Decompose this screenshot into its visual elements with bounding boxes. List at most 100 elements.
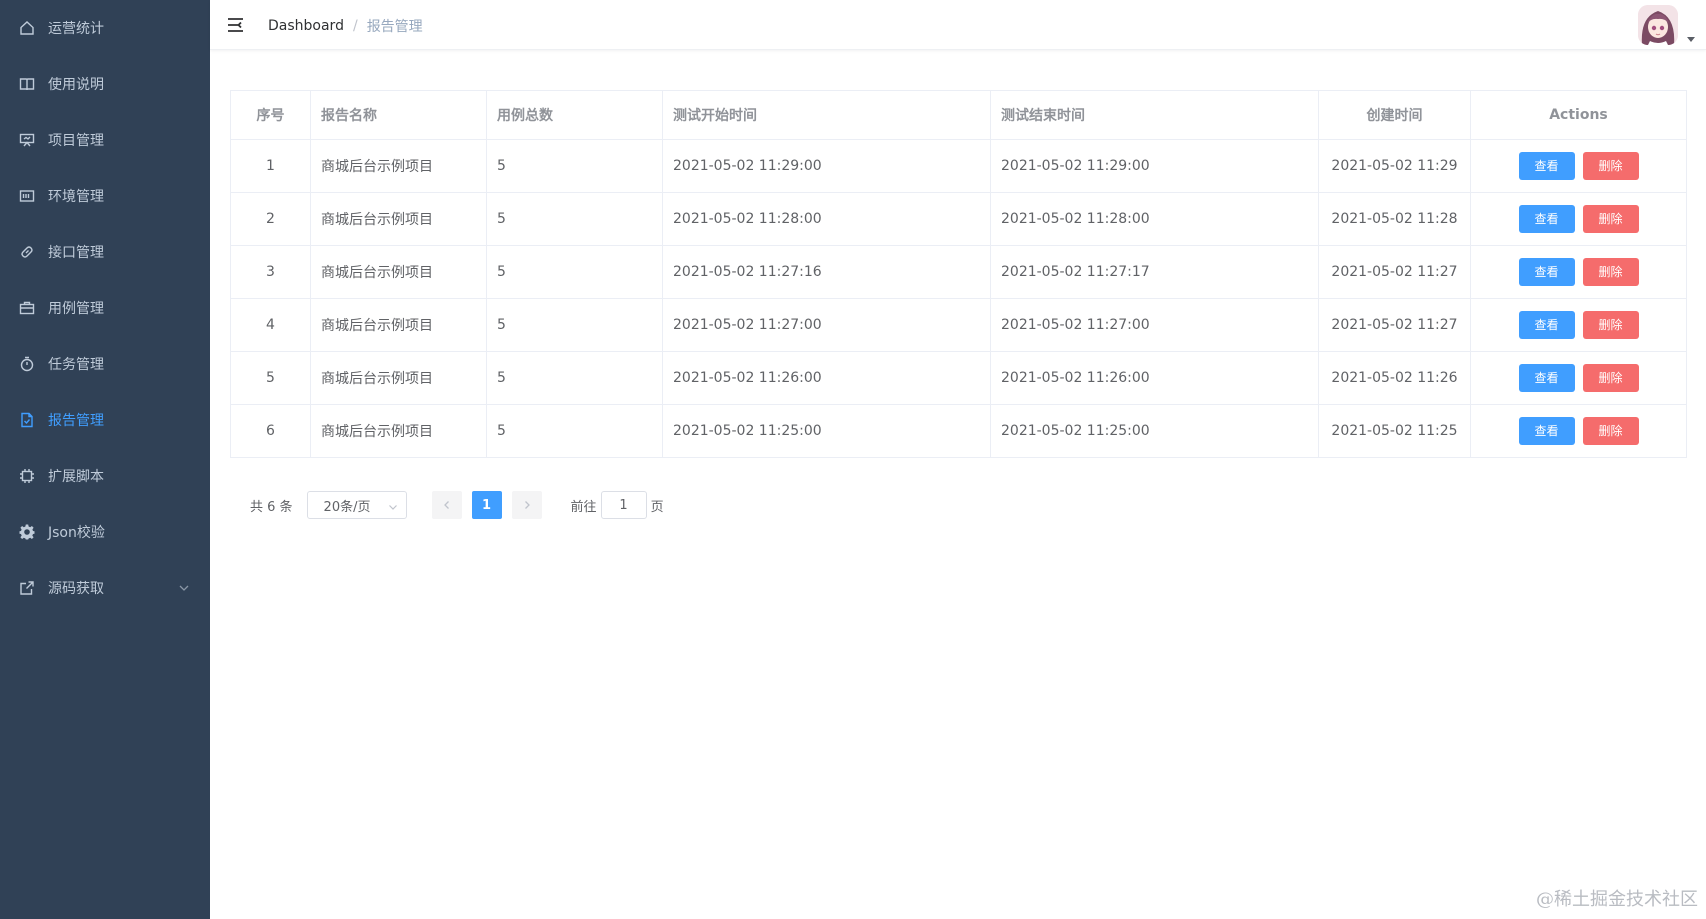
- goto-page-input[interactable]: [600, 491, 647, 519]
- sidebar-item-reports[interactable]: 报告管理: [0, 392, 210, 448]
- view-button[interactable]: 查看: [1518, 258, 1575, 286]
- gear-icon: [18, 523, 36, 541]
- column-header-end: 测试结束时间: [990, 90, 1319, 140]
- column-header-actions: Actions: [1470, 90, 1687, 140]
- sidebar-item-manual[interactable]: 使用说明: [0, 56, 210, 112]
- goto-label: 前往: [570, 499, 597, 515]
- cell-no: 6: [230, 404, 311, 458]
- cell-no: 2: [230, 192, 311, 246]
- pagination-total: 共 6 条: [250, 499, 293, 515]
- breadcrumb-home[interactable]: Dashboard: [268, 18, 344, 34]
- column-header-created: 创建时间: [1318, 90, 1471, 140]
- breadcrumb-current: 报告管理: [366, 19, 423, 35]
- sidebar: 运营统计 使用说明 项目管理 环境管理 接口管理 用例管理 任务管理 报告管理 …: [0, 0, 210, 919]
- book-icon: [18, 75, 36, 93]
- cell-start: 2021-05-02 11:26:00: [662, 351, 991, 405]
- report-table: 序号 报告名称 用例总数 测试开始时间 测试结束时间 创建时间 Actions …: [230, 90, 1687, 458]
- watermark: @稀土掘金技术社区: [1536, 889, 1698, 910]
- cell-name: 商城后台示例项目: [310, 139, 487, 193]
- sidebar-item-label: 报告管理: [48, 413, 104, 429]
- sidebar-item-label: 源码获取: [48, 581, 104, 597]
- cell-created: 2021-05-02 11:28: [1318, 192, 1471, 246]
- sidebar-item-environments[interactable]: 环境管理: [0, 168, 210, 224]
- delete-button[interactable]: 删除: [1582, 258, 1639, 286]
- sidebar-item-label: 环境管理: [48, 189, 104, 205]
- cell-total: 5: [486, 351, 663, 405]
- chevron-down-icon: [178, 582, 190, 594]
- cell-start: 2021-05-02 11:27:00: [662, 298, 991, 352]
- caret-down-icon[interactable]: [1686, 32, 1696, 42]
- column-header-name: 报告名称: [310, 90, 487, 140]
- delete-button[interactable]: 删除: [1582, 311, 1639, 339]
- briefcase-icon: [18, 299, 36, 317]
- cell-actions: 查看 删除: [1470, 404, 1687, 458]
- breadcrumb-separator: /: [352, 18, 358, 34]
- cell-created: 2021-05-02 11:25: [1318, 404, 1471, 458]
- sidebar-item-json-validate[interactable]: Json校验: [0, 504, 210, 560]
- column-header-total: 用例总数: [486, 90, 663, 140]
- cell-name: 商城后台示例项目: [310, 351, 487, 405]
- presentation-icon: [18, 131, 36, 149]
- cell-name: 商城后台示例项目: [310, 245, 487, 299]
- table-header-row: 序号 报告名称 用例总数 测试开始时间 测试结束时间 创建时间 Actions: [230, 90, 1687, 140]
- chevron-left-icon: [443, 501, 449, 509]
- table-row: 2 商城后台示例项目 5 2021-05-02 11:28:00 2021-05…: [230, 192, 1687, 246]
- sidebar-item-scripts[interactable]: 扩展脚本: [0, 448, 210, 504]
- sidebar-item-apis[interactable]: 接口管理: [0, 224, 210, 280]
- cell-no: 1: [230, 139, 311, 193]
- hamburger-menu-icon[interactable]: [226, 15, 246, 35]
- cell-end: 2021-05-02 11:25:00: [990, 404, 1319, 458]
- cell-end: 2021-05-02 11:27:17: [990, 245, 1319, 299]
- view-button[interactable]: 查看: [1518, 417, 1575, 445]
- page-size-value: 20条/页: [323, 499, 371, 515]
- table-row: 1 商城后台示例项目 5 2021-05-02 11:29:00 2021-05…: [230, 139, 1687, 193]
- chevron-right-icon: [524, 501, 530, 509]
- monitor-icon: [18, 187, 36, 205]
- breadcrumb: Dashboard / 报告管理: [268, 16, 423, 36]
- cell-no: 4: [230, 298, 311, 352]
- sidebar-item-label: 用例管理: [48, 301, 104, 317]
- cell-start: 2021-05-02 11:29:00: [662, 139, 991, 193]
- delete-button[interactable]: 删除: [1582, 205, 1639, 233]
- sidebar-item-source-code[interactable]: 源码获取: [0, 560, 210, 616]
- sidebar-item-tasks[interactable]: 任务管理: [0, 336, 210, 392]
- navbar: Dashboard / 报告管理: [210, 0, 1706, 50]
- table-row: 4 商城后台示例项目 5 2021-05-02 11:27:00 2021-05…: [230, 298, 1687, 352]
- cell-total: 5: [486, 298, 663, 352]
- sidebar-item-label: 扩展脚本: [48, 469, 104, 485]
- sidebar-item-testcases[interactable]: 用例管理: [0, 280, 210, 336]
- cell-start: 2021-05-02 11:28:00: [662, 192, 991, 246]
- cell-created: 2021-05-02 11:27: [1318, 245, 1471, 299]
- delete-button[interactable]: 删除: [1582, 364, 1639, 392]
- cell-actions: 查看 删除: [1470, 192, 1687, 246]
- next-page-button[interactable]: [511, 491, 542, 519]
- cell-no: 5: [230, 351, 311, 405]
- prev-page-button[interactable]: [431, 491, 462, 519]
- sidebar-item-label: 使用说明: [48, 77, 104, 93]
- cell-created: 2021-05-02 11:29: [1318, 139, 1471, 193]
- cell-actions: 查看 删除: [1470, 139, 1687, 193]
- cell-total: 5: [486, 192, 663, 246]
- page-number-button[interactable]: 1: [471, 491, 502, 519]
- cell-name: 商城后台示例项目: [310, 192, 487, 246]
- sidebar-item-projects[interactable]: 项目管理: [0, 112, 210, 168]
- delete-button[interactable]: 删除: [1582, 417, 1639, 445]
- view-button[interactable]: 查看: [1518, 205, 1575, 233]
- cell-total: 5: [486, 404, 663, 458]
- chevron-down-icon: [388, 501, 398, 511]
- sidebar-item-label: 接口管理: [48, 245, 104, 261]
- sidebar-item-operations[interactable]: 运营统计: [0, 0, 210, 56]
- link-icon: [18, 243, 36, 261]
- page-size-select[interactable]: 20条/页: [306, 491, 407, 519]
- avatar[interactable]: [1638, 5, 1678, 45]
- page-jumper: 前往 页: [571, 491, 664, 519]
- delete-button[interactable]: 删除: [1582, 152, 1639, 180]
- document-icon: [18, 411, 36, 429]
- cell-total: 5: [486, 139, 663, 193]
- view-button[interactable]: 查看: [1518, 311, 1575, 339]
- column-header-start: 测试开始时间: [662, 90, 991, 140]
- view-button[interactable]: 查看: [1518, 152, 1575, 180]
- view-button[interactable]: 查看: [1518, 364, 1575, 392]
- cell-actions: 查看 删除: [1470, 298, 1687, 352]
- cell-no: 3: [230, 245, 311, 299]
